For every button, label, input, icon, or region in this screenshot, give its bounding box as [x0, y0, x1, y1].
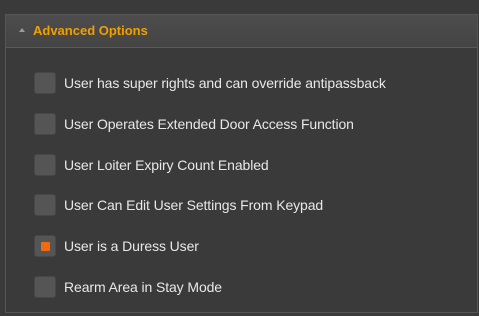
triangle-up-icon[interactable] — [19, 28, 25, 32]
option-label: User has super rights and can override a… — [64, 75, 386, 91]
option-label: User Operates Extended Door Access Funct… — [64, 116, 354, 132]
option-super-rights[interactable]: User has super rights and can override a… — [34, 72, 386, 94]
option-rearm-stay-mode[interactable]: Rearm Area in Stay Mode — [34, 276, 222, 298]
option-duress-user[interactable]: User is a Duress User — [34, 235, 199, 257]
checkbox-checked[interactable] — [34, 235, 56, 257]
panel-title: Advanced Options — [33, 23, 148, 38]
checkbox[interactable] — [34, 194, 56, 216]
advanced-options-panel: Advanced Options User has super rights a… — [5, 14, 478, 313]
checkbox[interactable] — [34, 72, 56, 94]
option-label: User Can Edit User Settings From Keypad — [64, 197, 324, 213]
option-label: User Loiter Expiry Count Enabled — [64, 157, 269, 173]
option-label: Rearm Area in Stay Mode — [64, 279, 222, 295]
option-label: User is a Duress User — [64, 238, 199, 254]
checkbox[interactable] — [34, 113, 56, 135]
option-loiter-expiry[interactable]: User Loiter Expiry Count Enabled — [34, 154, 269, 176]
option-edit-from-keypad[interactable]: User Can Edit User Settings From Keypad — [34, 194, 323, 216]
panel-header[interactable]: Advanced Options — [6, 15, 477, 48]
checkbox[interactable] — [34, 276, 56, 298]
checkbox[interactable] — [34, 154, 56, 176]
option-extended-door-access[interactable]: User Operates Extended Door Access Funct… — [34, 113, 354, 135]
